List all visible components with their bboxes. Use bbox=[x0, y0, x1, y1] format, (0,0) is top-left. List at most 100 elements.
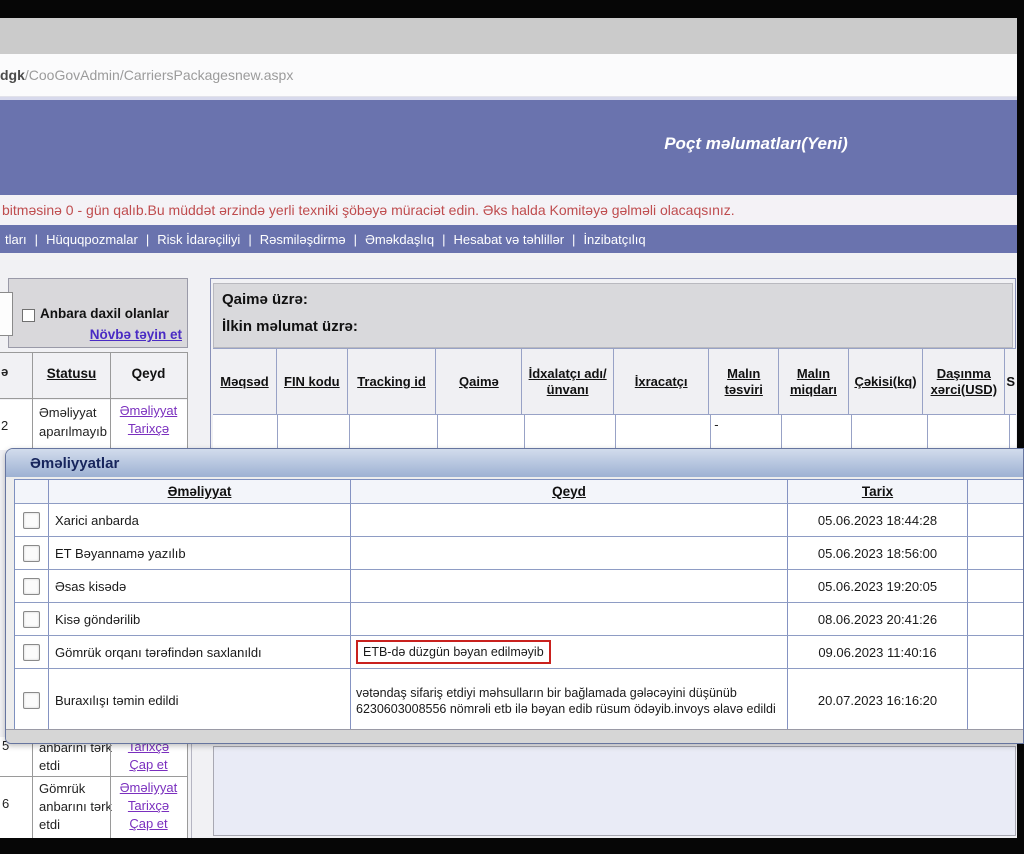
cell-select bbox=[15, 603, 49, 635]
cut-column-header-fragment: ə bbox=[1, 364, 8, 379]
col-tarix[interactable]: Tarix bbox=[788, 480, 968, 503]
menu-item-cut[interactable]: tları bbox=[5, 232, 27, 247]
col-cekisi[interactable]: Çəkisi(kq) bbox=[849, 349, 923, 414]
dialog-title-bar[interactable]: Əməliyyatlar bbox=[6, 449, 1023, 477]
cell-placeholder: - bbox=[711, 415, 782, 450]
page-title: Poçt məlumatları(Yeni) bbox=[486, 134, 1024, 154]
address-bar[interactable]: dgk/CooGovAdmin/CarriersPackagesnew.aspx bbox=[0, 54, 1024, 97]
menu-separator: | bbox=[354, 232, 357, 247]
cut-off-column: S bbox=[1005, 349, 1016, 414]
status-value-line2: aparılmayıb bbox=[39, 424, 107, 439]
col-tracking-id[interactable]: Tracking id bbox=[348, 349, 437, 414]
browser-toolbar bbox=[0, 18, 1024, 54]
status-value-line2: etdi bbox=[39, 758, 60, 773]
cell-note bbox=[351, 537, 788, 569]
status-value-line2: anbarını tərk bbox=[39, 799, 112, 814]
operation-row: Buraxılışı təmin edildi vətəndaş sifariş… bbox=[15, 669, 1024, 732]
divider bbox=[187, 737, 188, 838]
operations-header-row: Əməliyyat Qeyd Tarix bbox=[15, 480, 1024, 504]
col-idxalatci[interactable]: İdxalatçı adı/ ünvanı bbox=[522, 349, 614, 414]
cell-extra bbox=[968, 537, 1024, 569]
novbe-teyin-et-link[interactable]: Növbə təyin et bbox=[58, 327, 182, 342]
menu-separator: | bbox=[442, 232, 445, 247]
menu-item-risk-idareciliyi[interactable]: Risk İdarəçiliyi bbox=[157, 232, 240, 247]
cell bbox=[350, 415, 439, 450]
menu-item-resmilesdirme[interactable]: Rəsmiləşdirmə bbox=[260, 232, 346, 247]
main-table-empty-row: - bbox=[213, 415, 1016, 450]
anbara-daxil-checkbox[interactable] bbox=[22, 309, 35, 322]
col-malin-miqdari[interactable]: Malın miqdarı bbox=[779, 349, 849, 414]
row-checkbox[interactable] bbox=[23, 611, 40, 628]
status-value-line1: Əməliyyat bbox=[39, 405, 96, 420]
tarixce-link[interactable]: Tarixçə bbox=[110, 421, 187, 436]
divider bbox=[110, 737, 111, 838]
emeliyyatlar-dialog: Əməliyyatlar Əməliyyat Qeyd Tarix Xarici… bbox=[5, 448, 1024, 744]
cell-extra bbox=[968, 570, 1024, 602]
cap-et-link[interactable]: Çap et bbox=[110, 757, 187, 772]
cell-date: 05.06.2023 18:56:00 bbox=[788, 537, 968, 569]
cell-operation: ET Bəyannamə yazılıb bbox=[49, 537, 351, 569]
cell bbox=[438, 415, 524, 450]
col-emeliyyat[interactable]: Əməliyyat bbox=[49, 480, 351, 503]
cell-note bbox=[351, 504, 788, 536]
cell-operation: Əsas kisədə bbox=[49, 570, 351, 602]
operation-row: Kisə göndərilib 08.06.2023 20:41:26 bbox=[15, 603, 1024, 636]
row-checkbox[interactable] bbox=[23, 692, 40, 709]
col-label: İdxalatçı adı/ ünvanı bbox=[523, 366, 612, 398]
menu-separator: | bbox=[572, 232, 575, 247]
col-qeyd[interactable]: Qeyd bbox=[351, 480, 788, 503]
col-label: Malın miqdarı bbox=[780, 366, 847, 398]
cell-note bbox=[351, 603, 788, 635]
col-dasinma-xerci[interactable]: Daşınma xərci(USD) bbox=[923, 349, 1005, 414]
menu-item-hesabat[interactable]: Hesabat və təhlillər bbox=[453, 232, 564, 247]
emeliyyat-link[interactable]: Əməliyyat bbox=[110, 780, 187, 795]
col-label: Daşınma xərci(USD) bbox=[924, 366, 1003, 398]
sidebar-col-statusu[interactable]: Statusu bbox=[33, 366, 110, 381]
emeliyyat-link[interactable]: Əməliyyat bbox=[110, 403, 187, 418]
cell-operation: Xarici anbarda bbox=[49, 504, 351, 536]
tarixce-link[interactable]: Tarixçə bbox=[110, 798, 187, 813]
dialog-footer-strip bbox=[6, 729, 1023, 743]
cell bbox=[928, 415, 1010, 450]
menu-separator: | bbox=[248, 232, 251, 247]
row-checkbox[interactable] bbox=[23, 545, 40, 562]
col-meqsed[interactable]: Məqsəd bbox=[213, 349, 277, 414]
menu-item-huquqpozmalar[interactable]: Hüquqpozmalar bbox=[46, 232, 138, 247]
cell-date: 05.06.2023 18:44:28 bbox=[788, 504, 968, 536]
qaime-uzre-title: Qaimə üzrə: bbox=[222, 291, 308, 308]
col-fin-kodu[interactable]: FIN kodu bbox=[277, 349, 348, 414]
cell-extra bbox=[968, 603, 1024, 635]
screenshot-root: { "browser": { "url_bold": "dgk", "url_r… bbox=[0, 0, 1024, 854]
row-checkbox[interactable] bbox=[23, 644, 40, 661]
col-malin-tesviri[interactable]: Malın təsviri bbox=[709, 349, 779, 414]
divider bbox=[32, 737, 33, 838]
cell bbox=[278, 415, 350, 450]
col-label: Qeyd bbox=[552, 484, 586, 500]
col-qaime[interactable]: Qaimə bbox=[436, 349, 522, 414]
operations-table: Əməliyyat Qeyd Tarix Xarici anbarda 05.0… bbox=[14, 479, 1024, 732]
cut-col-fragment: S bbox=[1006, 374, 1015, 390]
divider bbox=[191, 737, 192, 838]
cap-et-link[interactable]: Çap et bbox=[110, 816, 187, 831]
operation-row: Xarici anbarda 05.06.2023 18:44:28 bbox=[15, 504, 1024, 537]
col-ixracatci[interactable]: İxracatçı bbox=[614, 349, 709, 414]
cell bbox=[213, 415, 278, 450]
menu-item-emekdasliq[interactable]: Əməkdaşlıq bbox=[365, 232, 434, 247]
cell-select bbox=[15, 636, 49, 668]
cell-date: 09.06.2023 11:40:16 bbox=[788, 636, 968, 668]
main-menu-bar: tları | Hüquqpozmalar | Risk İdarəçiliyi… bbox=[0, 225, 1024, 253]
col-label: Əməliyyat bbox=[168, 484, 232, 499]
menu-item-inzibatciliq[interactable]: İnzibatçılıq bbox=[583, 232, 645, 247]
cell bbox=[525, 415, 617, 450]
cell-select bbox=[15, 537, 49, 569]
row-checkbox[interactable] bbox=[23, 578, 40, 595]
operation-row: Gömrük orqanı tərəfindən saxlanıldı ETB-… bbox=[15, 636, 1024, 669]
cell-date: 20.07.2023 16:16:20 bbox=[788, 669, 968, 732]
cut-off-input[interactable] bbox=[0, 292, 13, 336]
col-label: FIN kodu bbox=[284, 374, 340, 390]
cell-note: ETB-də düzgün bəyan edilməyib bbox=[351, 636, 788, 668]
top-letterbox bbox=[0, 0, 1024, 18]
row-checkbox[interactable] bbox=[23, 512, 40, 529]
col-label: Çəkisi(kq) bbox=[854, 374, 916, 390]
operation-row: Əsas kisədə 05.06.2023 19:20:05 bbox=[15, 570, 1024, 603]
